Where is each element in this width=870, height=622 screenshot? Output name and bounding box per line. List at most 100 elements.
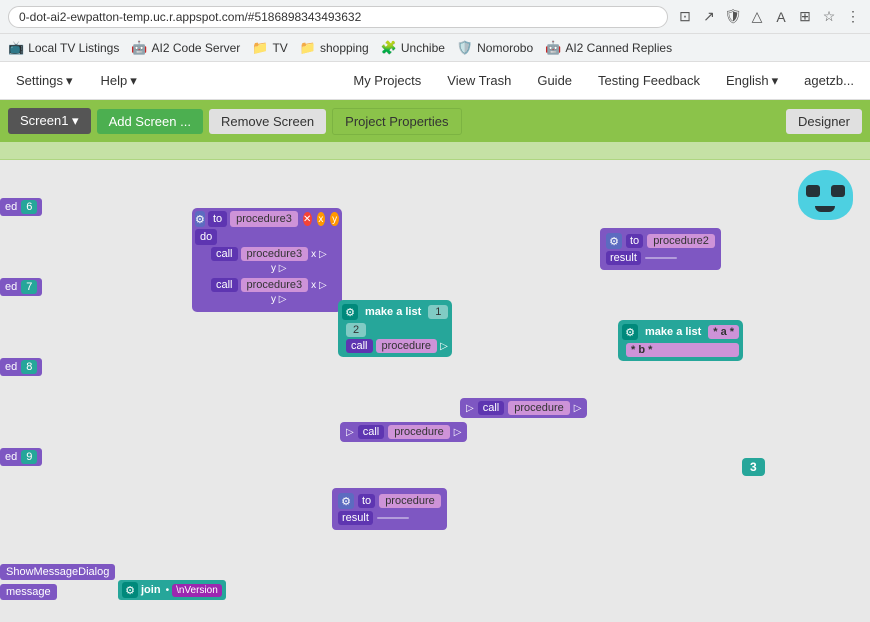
bookmark-ai2-canned-label: AI2 Canned Replies	[565, 41, 672, 55]
bookmark-tv-label: TV	[272, 41, 287, 55]
bookmark-nomorobo-label: Nomorobo	[477, 41, 533, 55]
call-row-1[interactable]: call procedure3 x ▷	[211, 247, 339, 261]
bookmark-shopping[interactable]: 📁 shopping	[300, 40, 369, 56]
screen-share-icon[interactable]: ⊡	[676, 8, 694, 26]
nav-settings[interactable]: Settings ▾	[12, 65, 77, 97]
procedure3-block[interactable]: ⚙ to procedure3 ✕ x y do call procedure3…	[192, 208, 342, 312]
bookmark-nomorobo[interactable]: 🛡️ Nomorobo	[457, 40, 533, 56]
alert-icon[interactable]: △	[748, 8, 766, 26]
list-str-a: * a *	[708, 325, 739, 339]
browser-icons: ⊡ ↗ 🛡 △ A ⊞ ☆ ⋮	[676, 8, 862, 26]
bookmark-ai2-code-label: AI2 Code Server	[152, 41, 241, 55]
make-list-1-items: 2 call procedure ▷	[346, 323, 448, 353]
param-x[interactable]: x	[317, 212, 326, 226]
settings-chevron-icon: ▾	[66, 73, 73, 89]
make-list-1-block[interactable]: ⚙ make a list 1 2 call procedure ▷	[338, 300, 452, 357]
list-gear-icon-1: ⚙	[342, 304, 358, 320]
bookmark-ai2-canned[interactable]: 🤖 AI2 Canned Replies	[545, 40, 672, 56]
apps-icon[interactable]: ⊞	[796, 8, 814, 26]
arrow-right-1: ▷	[574, 403, 582, 414]
num-block-3[interactable]: 3	[742, 458, 765, 476]
param-y[interactable]: y	[330, 212, 339, 226]
url-bar[interactable]: 0-dot-ai2-ewpatton-temp.uc.r.appspot.com…	[8, 6, 668, 28]
toolbar-right: Designer	[786, 109, 862, 134]
version-label: \nVersion	[172, 584, 222, 597]
join-label: join	[141, 584, 161, 596]
call-label-2: call	[211, 278, 238, 292]
screen1-button[interactable]: Screen1 ▾	[8, 108, 91, 134]
side-block-8[interactable]: ed 8	[0, 358, 42, 376]
robot-character	[790, 170, 860, 240]
puzzle-icon: 🧩	[381, 40, 397, 56]
param-close-x[interactable]: ✕	[303, 212, 312, 226]
to-label-1: to	[208, 211, 227, 227]
side-block-6[interactable]: ed 6	[0, 198, 42, 216]
list-call-row[interactable]: call procedure ▷	[346, 339, 448, 353]
make-list-2-items: * b *	[626, 343, 739, 357]
add-screen-button[interactable]: Add Screen ...	[97, 109, 203, 134]
more-icon[interactable]: ⋮	[844, 8, 862, 26]
shield-icon[interactable]: 🛡	[724, 8, 742, 26]
robot-icon: 🤖	[131, 40, 147, 56]
bookmark-ai2-code[interactable]: 🤖 AI2 Code Server	[131, 40, 240, 56]
project-properties-label: Project Properties	[345, 114, 448, 129]
bookmark-local-tv[interactable]: 📺 Local TV Listings	[8, 40, 119, 56]
x-connector-2: x ▷	[311, 280, 326, 291]
translate-icon[interactable]: A	[772, 8, 790, 26]
call-name-2: procedure3	[241, 278, 309, 292]
nav-settings-label: Settings	[16, 73, 63, 88]
join-block[interactable]: ⚙ join • \nVersion	[118, 580, 226, 600]
settings-icon[interactable]: ☆	[820, 8, 838, 26]
nav-help[interactable]: Help ▾	[97, 65, 141, 97]
toolbar: Screen1 ▾ Add Screen ... Remove Screen P…	[0, 100, 870, 142]
nav-english[interactable]: English ▾	[722, 65, 782, 97]
to-label-3: to	[358, 494, 375, 508]
nav-view-trash[interactable]: View Trash	[443, 65, 515, 96]
nav-guide[interactable]: Guide	[533, 65, 576, 96]
nav-user[interactable]: agetzb...	[800, 65, 858, 96]
nav-help-label: Help	[101, 73, 128, 88]
nav-testing-feedback[interactable]: Testing Feedback	[594, 65, 704, 96]
gear-icon-1: ⚙	[195, 211, 205, 227]
gear-icon-2: ⚙	[606, 233, 622, 249]
side-block-9[interactable]: ed 9	[0, 448, 42, 466]
side-ed-3: ed	[5, 361, 17, 373]
nav-my-projects-label: My Projects	[353, 73, 421, 88]
join-dot: •	[166, 585, 170, 596]
y-connector: y ▷	[271, 263, 286, 274]
call-procedure-2-block[interactable]: ▷ call procedure ▷	[340, 422, 467, 442]
side-block-7[interactable]: ed 7	[0, 278, 42, 296]
call-procedure-1-block[interactable]: ▷ call procedure ▷	[460, 398, 587, 418]
call-name-1: procedure3	[241, 247, 309, 261]
nav-my-projects[interactable]: My Projects	[349, 65, 425, 96]
designer-button[interactable]: Designer	[786, 109, 862, 134]
y-connector-row: y ▷	[211, 263, 339, 274]
make-list-2-block[interactable]: ⚙ make a list * a * * b *	[618, 320, 743, 361]
make-list-2-header: ⚙ make a list * a *	[622, 324, 739, 340]
remove-screen-button[interactable]: Remove Screen	[209, 109, 326, 134]
x-connector: x ▷	[311, 249, 326, 260]
call-row-2[interactable]: call procedure3 x ▷	[211, 278, 339, 292]
result-label-2: result	[338, 511, 373, 525]
proc-result-row: result	[338, 511, 441, 525]
list-item-1: 1	[428, 305, 448, 319]
call-label-1: call	[211, 247, 238, 261]
external-link-icon[interactable]: ↗	[700, 8, 718, 26]
show-message-label: ShowMessageDialog	[6, 566, 109, 578]
bookmark-unchibe[interactable]: 🧩 Unchibe	[381, 40, 445, 56]
bookmark-tv[interactable]: 📁 TV	[252, 40, 288, 56]
show-message-dialog-block[interactable]: ShowMessageDialog	[0, 564, 115, 580]
screen1-label: Screen1	[20, 113, 68, 128]
remove-screen-label: Remove Screen	[221, 114, 314, 129]
procedure2-block[interactable]: ⚙ to procedure2 result	[600, 228, 721, 270]
make-a-list-label-2: make a list	[641, 325, 705, 339]
blocks-canvas[interactable]: ed 6 ed 7 ed 8 ed 9 ⚙ to procedure3 ✕ x …	[0, 160, 870, 622]
tv-icon: 📺	[8, 40, 24, 56]
do-row: do	[195, 229, 339, 245]
project-properties-button[interactable]: Project Properties	[332, 108, 461, 135]
procedure-result-block[interactable]: ⚙ to procedure result	[332, 488, 447, 530]
y-connector-row-2: y ▷	[211, 294, 339, 305]
proc2-to-row: ⚙ to procedure2	[606, 233, 715, 249]
message-label-block: message	[0, 584, 57, 600]
proc2-name: procedure2	[647, 234, 715, 248]
